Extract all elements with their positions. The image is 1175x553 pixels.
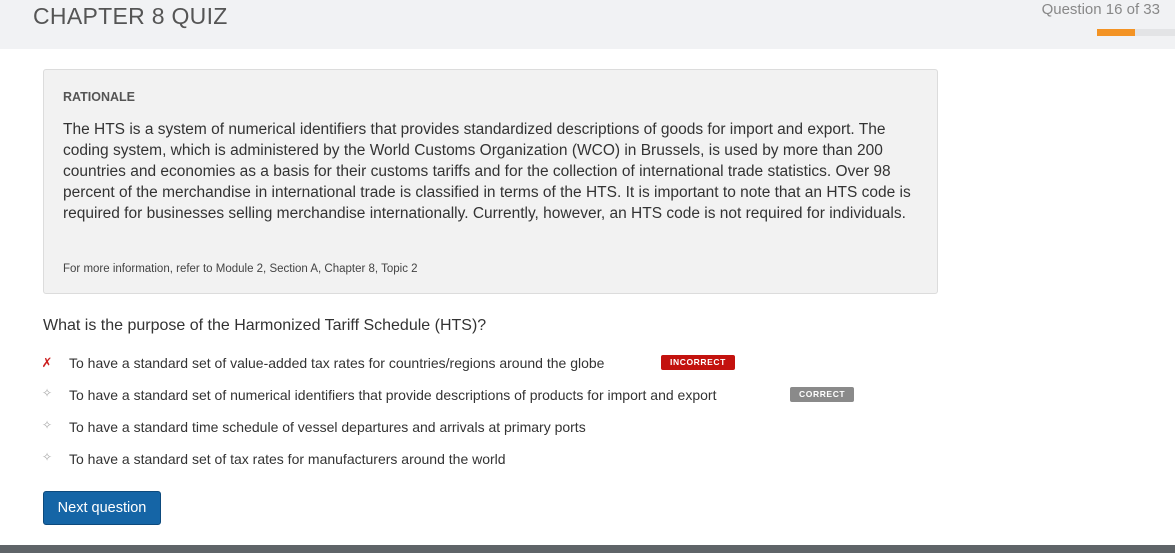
question-text: What is the purpose of the Harmonized Ta… xyxy=(43,317,487,334)
question-progress-text: Question 16 of 33 xyxy=(1041,1,1160,18)
correct-badge: CORRECT xyxy=(790,387,855,402)
quiz-title: CHAPTER 8 QUIZ xyxy=(33,3,228,29)
rationale-panel: RATIONALE The HTS is a system of numeric… xyxy=(43,69,938,294)
diamond-bullet-icon: ✧ xyxy=(41,450,53,464)
x-mark-icon: ✗ xyxy=(41,355,53,370)
next-question-button[interactable]: Next question xyxy=(43,491,161,525)
diamond-bullet-icon: ✧ xyxy=(41,418,53,432)
quiz-header: CHAPTER 8 QUIZ Question 16 of 33 xyxy=(0,0,1175,49)
answer-option-2[interactable]: ✧ To have a standard set of numerical id… xyxy=(40,384,940,416)
answer-option-3[interactable]: ✧ To have a standard time schedule of ve… xyxy=(40,416,940,448)
progress-bar xyxy=(1097,29,1175,36)
rationale-body: The HTS is a system of numerical identif… xyxy=(63,121,911,222)
progress-bar-fill xyxy=(1097,29,1135,36)
incorrect-badge: INCORRECT xyxy=(661,355,735,370)
answer-text: To have a standard set of numerical iden… xyxy=(69,387,717,403)
answer-text: To have a standard time schedule of vess… xyxy=(69,419,586,435)
footer-bar xyxy=(0,545,1175,553)
answer-text: To have a standard set of tax rates for … xyxy=(69,451,506,467)
rationale-reference: For more information, refer to Module 2,… xyxy=(63,263,418,275)
diamond-bullet-icon: ✧ xyxy=(41,386,53,400)
answer-list: ✗ To have a standard set of value-added … xyxy=(40,352,940,480)
answer-text: To have a standard set of value-added ta… xyxy=(69,355,605,371)
answer-option-1[interactable]: ✗ To have a standard set of value-added … xyxy=(40,352,940,384)
rationale-heading: RATIONALE xyxy=(63,90,135,104)
answer-option-4[interactable]: ✧ To have a standard set of tax rates fo… xyxy=(40,448,940,480)
